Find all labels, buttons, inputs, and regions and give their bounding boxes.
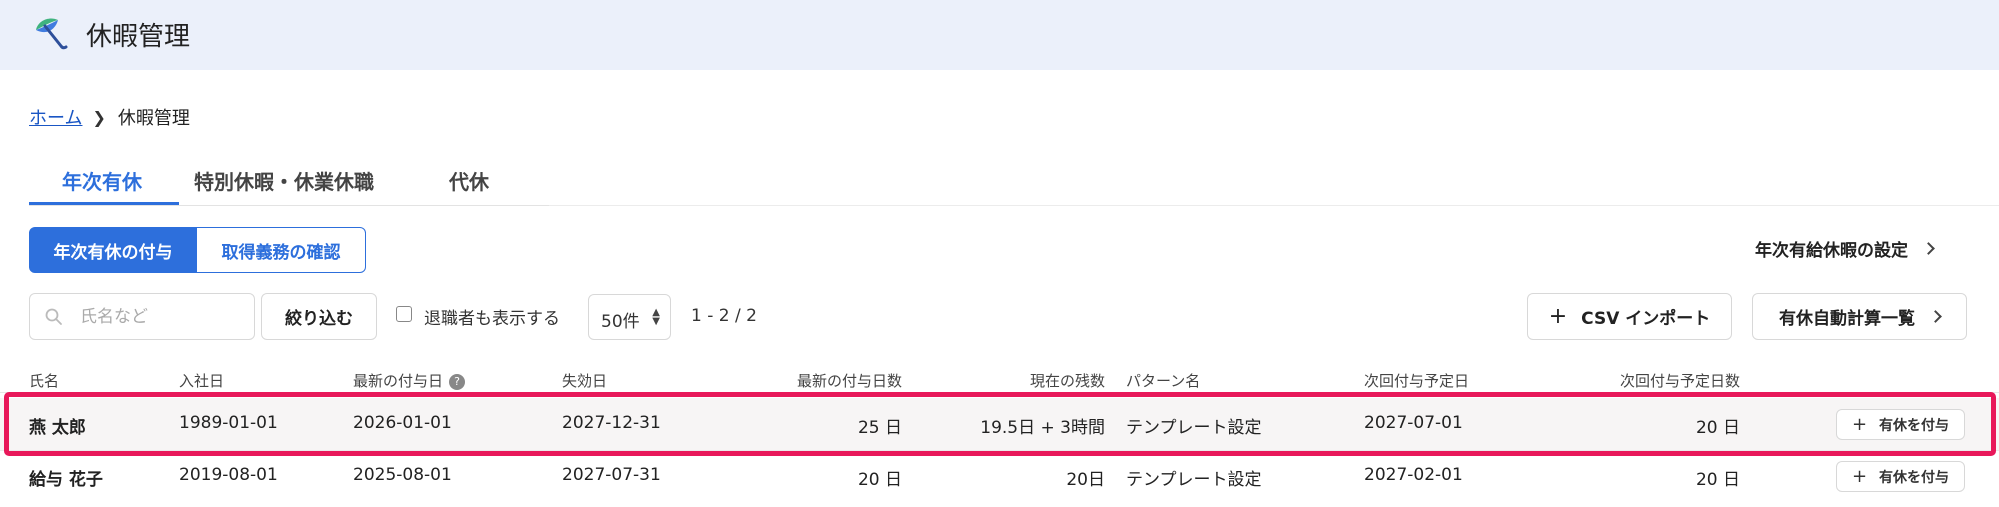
grant-leave-button[interactable]: + 有休を付与: [1836, 461, 1965, 492]
grant-leave-label: 有休を付与: [1879, 469, 1950, 486]
per-page-value: 50件: [601, 312, 640, 332]
chevron-right-icon: [1929, 310, 1942, 323]
app-title: 休暇管理: [86, 22, 191, 52]
filter-button[interactable]: 絞り込む: [261, 293, 377, 340]
table-header: 氏名 入社日 最新の付与日? 失効日 最新の付与日数 現在の残数 パターン名 次…: [0, 366, 1999, 392]
cell-latest-grant: 2025-08-01: [353, 465, 452, 485]
column-header-name: 氏名: [29, 372, 60, 390]
search-icon: [45, 308, 62, 325]
auto-calc-label: 有休自動計算一覧: [1779, 309, 1915, 329]
cell-next-days: 20 日: [1695, 470, 1740, 490]
show-retired-checkbox[interactable]: [396, 306, 412, 322]
settings-link-label: 年次有給休暇の設定: [1755, 241, 1908, 261]
table-row[interactable]: 給与 花子 2019-08-01 2025-08-01 2027-07-31 2…: [0, 450, 1999, 502]
annual-leave-settings-link[interactable]: 年次有給休暇の設定: [1755, 236, 1935, 261]
grant-segment-button[interactable]: 年次有休の付与: [29, 227, 197, 273]
tab-annual-leave[interactable]: 年次有休: [62, 166, 142, 206]
chevron-right-icon: [1922, 242, 1935, 255]
column-header-remaining: 現在の残数: [1029, 372, 1105, 390]
per-page-select[interactable]: 50件 ▲ ▼: [588, 294, 671, 340]
breadcrumb: ホーム ❯ 休暇管理: [29, 104, 190, 130]
chevron-right-icon: ❯: [92, 107, 106, 127]
search-field[interactable]: [29, 293, 255, 340]
auto-calc-list-button[interactable]: 有休自動計算一覧: [1752, 293, 1967, 340]
column-header-latest-days: 最新の付与日数: [796, 372, 902, 390]
select-arrows-icon: ▲ ▼: [652, 307, 660, 327]
cell-pattern: テンプレート設定: [1126, 470, 1262, 490]
csv-import-button[interactable]: + CSV インポート: [1527, 293, 1732, 340]
row-highlight-annotation: [4, 392, 1996, 456]
tab-divider: [29, 205, 549, 206]
cell-remaining: 20日: [1066, 470, 1105, 490]
plus-icon: +: [1548, 304, 1568, 329]
result-range: 1 - 2 / 2: [691, 306, 757, 326]
column-header-next-date: 次回付与予定日: [1364, 372, 1470, 390]
plus-icon: +: [1851, 466, 1868, 487]
column-header-latest-grant-label: 最新の付与日: [353, 372, 444, 390]
breadcrumb-current: 休暇管理: [117, 108, 190, 129]
search-input[interactable]: [80, 304, 240, 330]
column-header-hire-date: 入社日: [179, 372, 225, 390]
csv-import-label: CSV インポート: [1581, 309, 1711, 329]
show-retired-label[interactable]: 退職者も表示する: [424, 304, 560, 329]
tab-bar: 年次有休 特別休暇・休業休職 代休: [29, 166, 549, 206]
section-divider: [549, 205, 1999, 206]
column-header-expiry: 失効日: [562, 372, 608, 390]
tab-special-leave[interactable]: 特別休暇・休業休職: [194, 166, 374, 206]
column-header-pattern: パターン名: [1126, 372, 1201, 390]
breadcrumb-home-link[interactable]: ホーム: [29, 104, 82, 130]
cell-hire-date: 2019-08-01: [179, 465, 278, 485]
cell-name[interactable]: 給与 花子: [29, 465, 103, 490]
column-header-next-days: 次回付与予定日数: [1619, 372, 1740, 390]
column-header-latest-grant: 最新の付与日?: [353, 370, 466, 391]
help-icon[interactable]: ?: [449, 373, 466, 390]
tab-compensatory-leave[interactable]: 代休: [449, 166, 489, 206]
cell-latest-days: 20 日: [857, 470, 902, 490]
cell-next-date: 2027-02-01: [1364, 465, 1463, 485]
app-header: 休暇管理: [0, 0, 1999, 70]
obligation-check-segment-button[interactable]: 取得義務の確認: [197, 227, 366, 273]
umbrella-logo-icon: [36, 18, 68, 50]
cell-expiry: 2027-07-31: [562, 465, 661, 485]
